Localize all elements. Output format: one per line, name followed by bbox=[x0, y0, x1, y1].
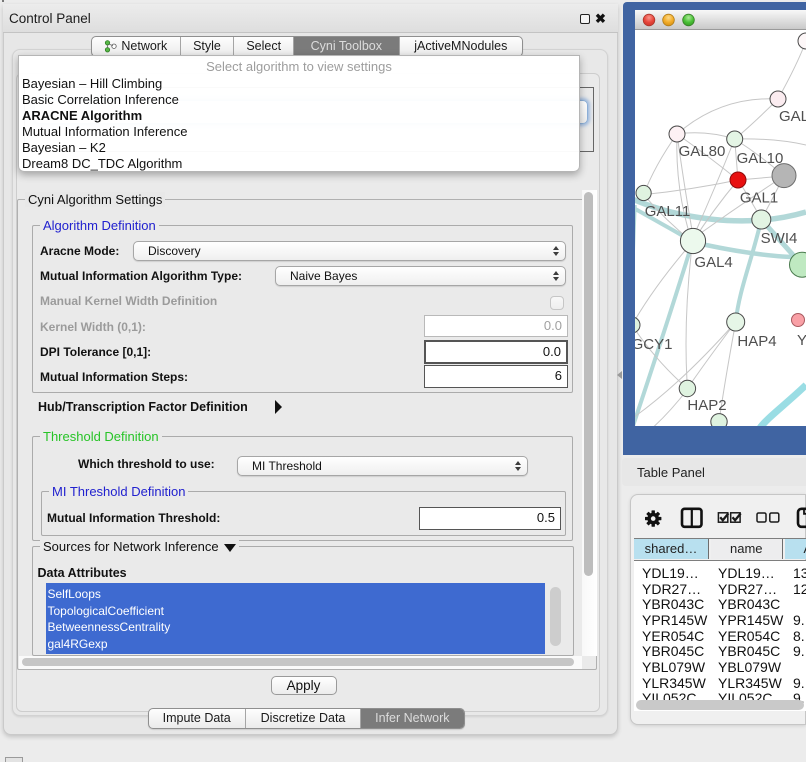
svg-text:GAL80: GAL80 bbox=[679, 143, 726, 160]
svg-text:GAL11: GAL11 bbox=[645, 203, 691, 220]
svg-text:HAP2: HAP2 bbox=[687, 397, 726, 414]
svg-text:SWI4: SWI4 bbox=[761, 230, 798, 247]
svg-text:GAL7: GAL7 bbox=[779, 108, 806, 125]
svg-text:GAL10: GAL10 bbox=[737, 150, 784, 167]
svg-text:YM: YM bbox=[797, 332, 806, 349]
svg-text:GAL4: GAL4 bbox=[694, 254, 732, 271]
svg-text:GCY1: GCY1 bbox=[635, 336, 672, 353]
svg-text:GAL1: GAL1 bbox=[740, 190, 778, 207]
svg-text:HAP4: HAP4 bbox=[737, 333, 776, 350]
